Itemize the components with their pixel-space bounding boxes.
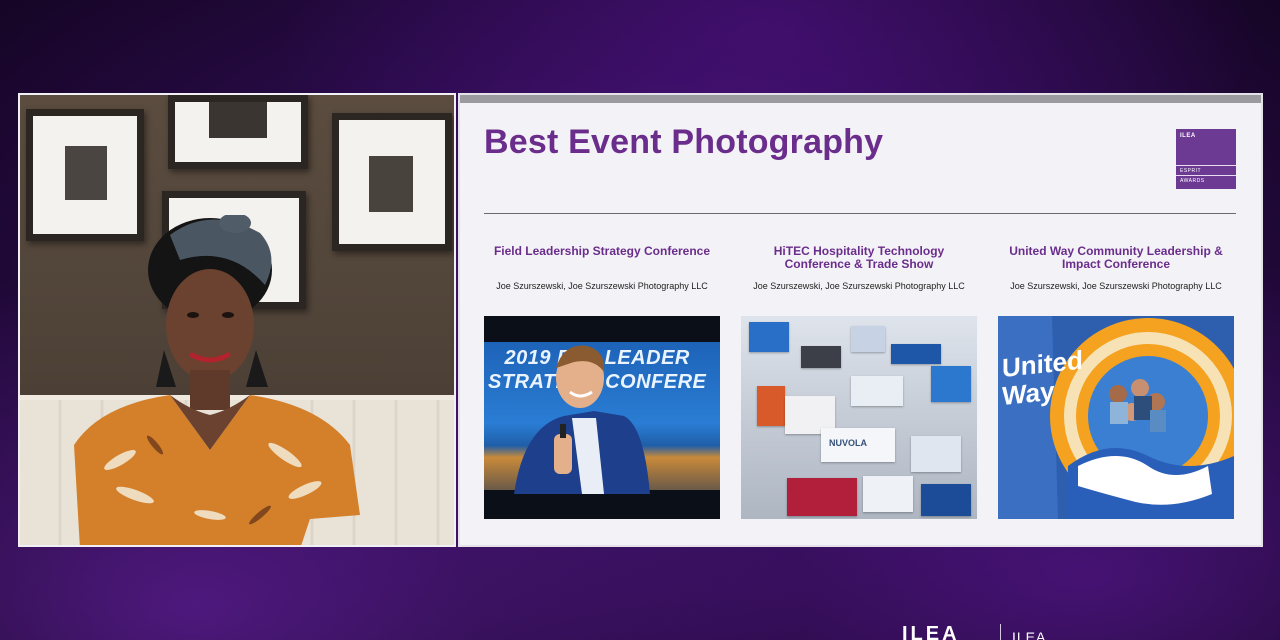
entry-photo: United Way [998, 316, 1234, 519]
united-way-sign-text: United Way [1002, 345, 1083, 412]
entry-card: HiTEC Hospitality Technology Conference … [741, 244, 977, 519]
entry-title: Field Leadership Strategy Conference [493, 244, 711, 258]
wall-frame-2 [168, 95, 308, 169]
presenter [74, 215, 360, 545]
presentation-slide: Best Event Photography ILEA ESPRIT AWARD… [458, 93, 1263, 547]
entry-credit: Joe Szurszewski, Joe Szurszewski Photogr… [496, 281, 708, 291]
united-way-photo-art [998, 316, 1234, 519]
broadcast-brand-mark: ILEA ILEA [900, 622, 1200, 640]
brand-subtext: ILEA [1012, 629, 1047, 640]
ilea-esprit-awards-logo: ILEA ESPRIT AWARDS [1176, 129, 1236, 189]
logo-divider [1176, 165, 1236, 166]
logo-mid-text: ESPRIT [1180, 168, 1202, 174]
speaker-figure [514, 345, 650, 494]
entry-photo: NUVOLA [741, 316, 977, 519]
entry-title: United Way Community Leadership & Impact… [1009, 244, 1223, 271]
booth-sign-text: NUVOLA [829, 438, 867, 448]
entry-photo: 2019 ELD LEADER STRATEGY CONFERE [484, 316, 720, 519]
brand-logo-text: ILEA [902, 623, 960, 640]
brand-divider [1000, 624, 1001, 640]
presenter-video-tile[interactable] [18, 93, 456, 547]
logo-bottom-text: AWARDS [1180, 178, 1205, 184]
entry-credit: Joe Szurszewski, Joe Szurszewski Photogr… [753, 281, 965, 291]
logo-top-text: ILEA [1180, 133, 1196, 139]
entry-title: HiTEC Hospitality Technology Conference … [773, 244, 945, 271]
logo-divider-2 [1176, 175, 1236, 176]
slide-title: Best Event Photography [484, 123, 884, 161]
entry-credit: Joe Szurszewski, Joe Szurszewski Photogr… [1010, 281, 1222, 291]
slide-top-bar [460, 95, 1261, 103]
title-divider [484, 213, 1236, 214]
entry-card: United Way Community Leadership & Impact… [998, 244, 1234, 519]
entry-card: Field Leadership Strategy Conference Joe… [484, 244, 720, 519]
